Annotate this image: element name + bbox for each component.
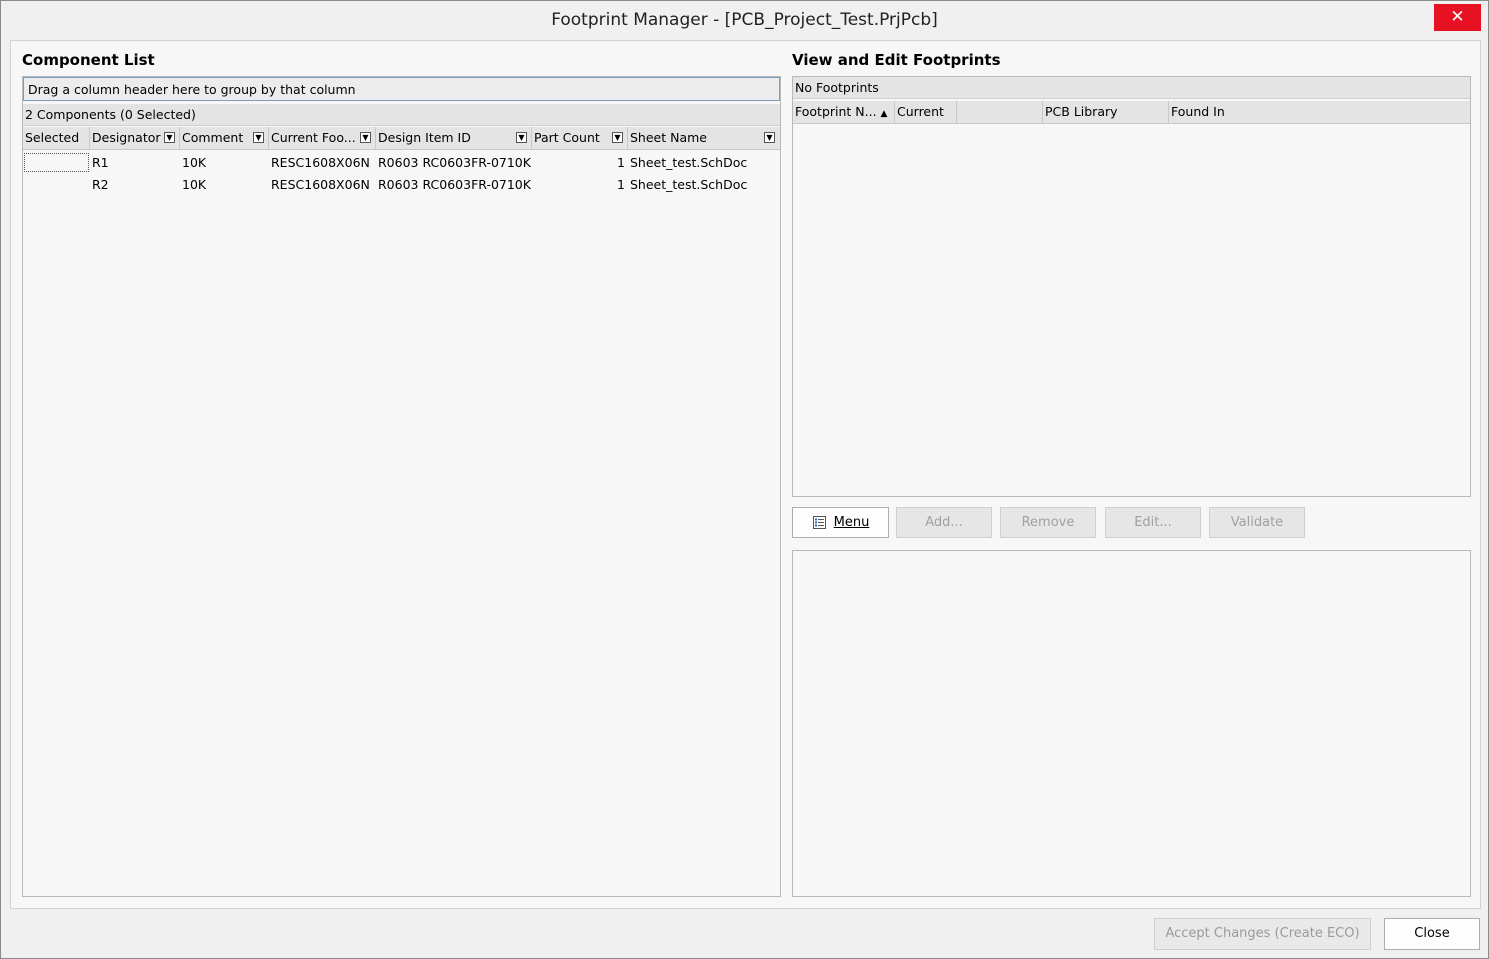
column-header-found-in[interactable]: Found In xyxy=(1169,101,1470,123)
current-footprint-cell: RESC1608X06N xyxy=(271,177,370,192)
close-button[interactable]: Close xyxy=(1384,918,1480,950)
dialog-client: Component List View and Edit Footprints … xyxy=(10,40,1481,909)
filter-icon[interactable]: ▼ xyxy=(612,132,623,143)
part-count-cell: 1 xyxy=(617,155,625,170)
filter-icon[interactable]: ▼ xyxy=(764,132,775,143)
column-header-sheet-name[interactable]: Sheet Name ▼ xyxy=(628,127,780,149)
no-footprints-label: No Footprints xyxy=(793,77,1470,99)
filter-icon[interactable]: ▼ xyxy=(360,132,371,143)
component-list-heading: Component List xyxy=(22,51,155,69)
window-title: Footprint Manager - [PCB_Project_Test.Pr… xyxy=(551,10,938,30)
menu-button[interactable]: Menu xyxy=(792,507,889,538)
component-count: 2 Components (0 Selected) xyxy=(23,104,780,126)
add-button[interactable]: Add... xyxy=(896,507,992,538)
comment-cell: 10K xyxy=(182,177,207,192)
component-column-header: Selected Designator ▼ Comment ▼ Current Fo… xyxy=(23,127,780,150)
accept-changes-button[interactable]: Accept Changes (Create ECO) xyxy=(1154,918,1371,950)
filter-icon[interactable]: ▼ xyxy=(516,132,527,143)
comment-cell: 10K xyxy=(182,155,207,170)
footprint-manager-window: Footprint Manager - [PCB_Project_Test.Pr… xyxy=(0,0,1489,959)
footprint-preview-area xyxy=(792,550,1471,897)
column-header-design-item-id[interactable]: Design Item ID ▼ xyxy=(376,127,532,149)
column-header-current[interactable]: Current xyxy=(895,101,957,123)
column-header-spacer xyxy=(957,101,1043,123)
current-footprint-cell: RESC1608X06N xyxy=(271,155,370,170)
table-row[interactable]: R2 10K RESC1608X06N R0603 RC0603FR-0710K… xyxy=(23,174,780,196)
part-count-cell: 1 xyxy=(617,177,625,192)
column-header-designator[interactable]: Designator ▼ xyxy=(90,127,180,149)
remove-button[interactable]: Remove xyxy=(1000,507,1096,538)
column-header-current-footprint[interactable]: Current Foo... ▼ xyxy=(269,127,376,149)
column-header-selected[interactable]: Selected xyxy=(23,127,90,149)
footprint-grid: No Footprints Footprint N... ▲ Current P… xyxy=(792,76,1471,497)
group-by-bar[interactable]: Drag a column header here to group by th… xyxy=(23,77,780,101)
menu-icon xyxy=(813,516,826,529)
sort-ascending-icon: ▲ xyxy=(880,109,888,119)
design-item-id-cell: R0603 RC0603FR-0710K xyxy=(378,155,531,170)
close-icon[interactable]: ✕ xyxy=(1434,4,1481,31)
sheet-name-cell: Sheet_test.SchDoc xyxy=(630,177,748,192)
footprints-heading: View and Edit Footprints xyxy=(792,51,1001,69)
column-header-pcb-library[interactable]: PCB Library xyxy=(1043,101,1169,123)
footprint-column-header: Footprint N... ▲ Current PCB Library Fou… xyxy=(793,101,1470,124)
design-item-id-cell: R0603 RC0603FR-0710K xyxy=(378,177,531,192)
component-grid: Drag a column header here to group by th… xyxy=(22,76,781,897)
validate-button[interactable]: Validate xyxy=(1209,507,1305,538)
title-bar: Footprint Manager - [PCB_Project_Test.Pr… xyxy=(1,1,1488,39)
filter-icon[interactable]: ▼ xyxy=(164,132,175,143)
column-header-comment[interactable]: Comment ▼ xyxy=(180,127,269,149)
designator-cell: R2 xyxy=(92,177,109,192)
designator-cell: R1 xyxy=(92,155,109,170)
selected-cell[interactable] xyxy=(24,153,89,172)
menu-button-label: Menu xyxy=(833,515,870,530)
filter-icon[interactable]: ▼ xyxy=(253,132,264,143)
column-header-part-count[interactable]: Part Count ▼ xyxy=(532,127,628,149)
edit-button[interactable]: Edit... xyxy=(1105,507,1201,538)
sheet-name-cell: Sheet_test.SchDoc xyxy=(630,155,748,170)
table-row[interactable]: R1 10K RESC1608X06N R0603 RC0603FR-0710K… xyxy=(23,152,780,174)
column-header-footprint-name[interactable]: Footprint N... ▲ xyxy=(793,101,895,123)
